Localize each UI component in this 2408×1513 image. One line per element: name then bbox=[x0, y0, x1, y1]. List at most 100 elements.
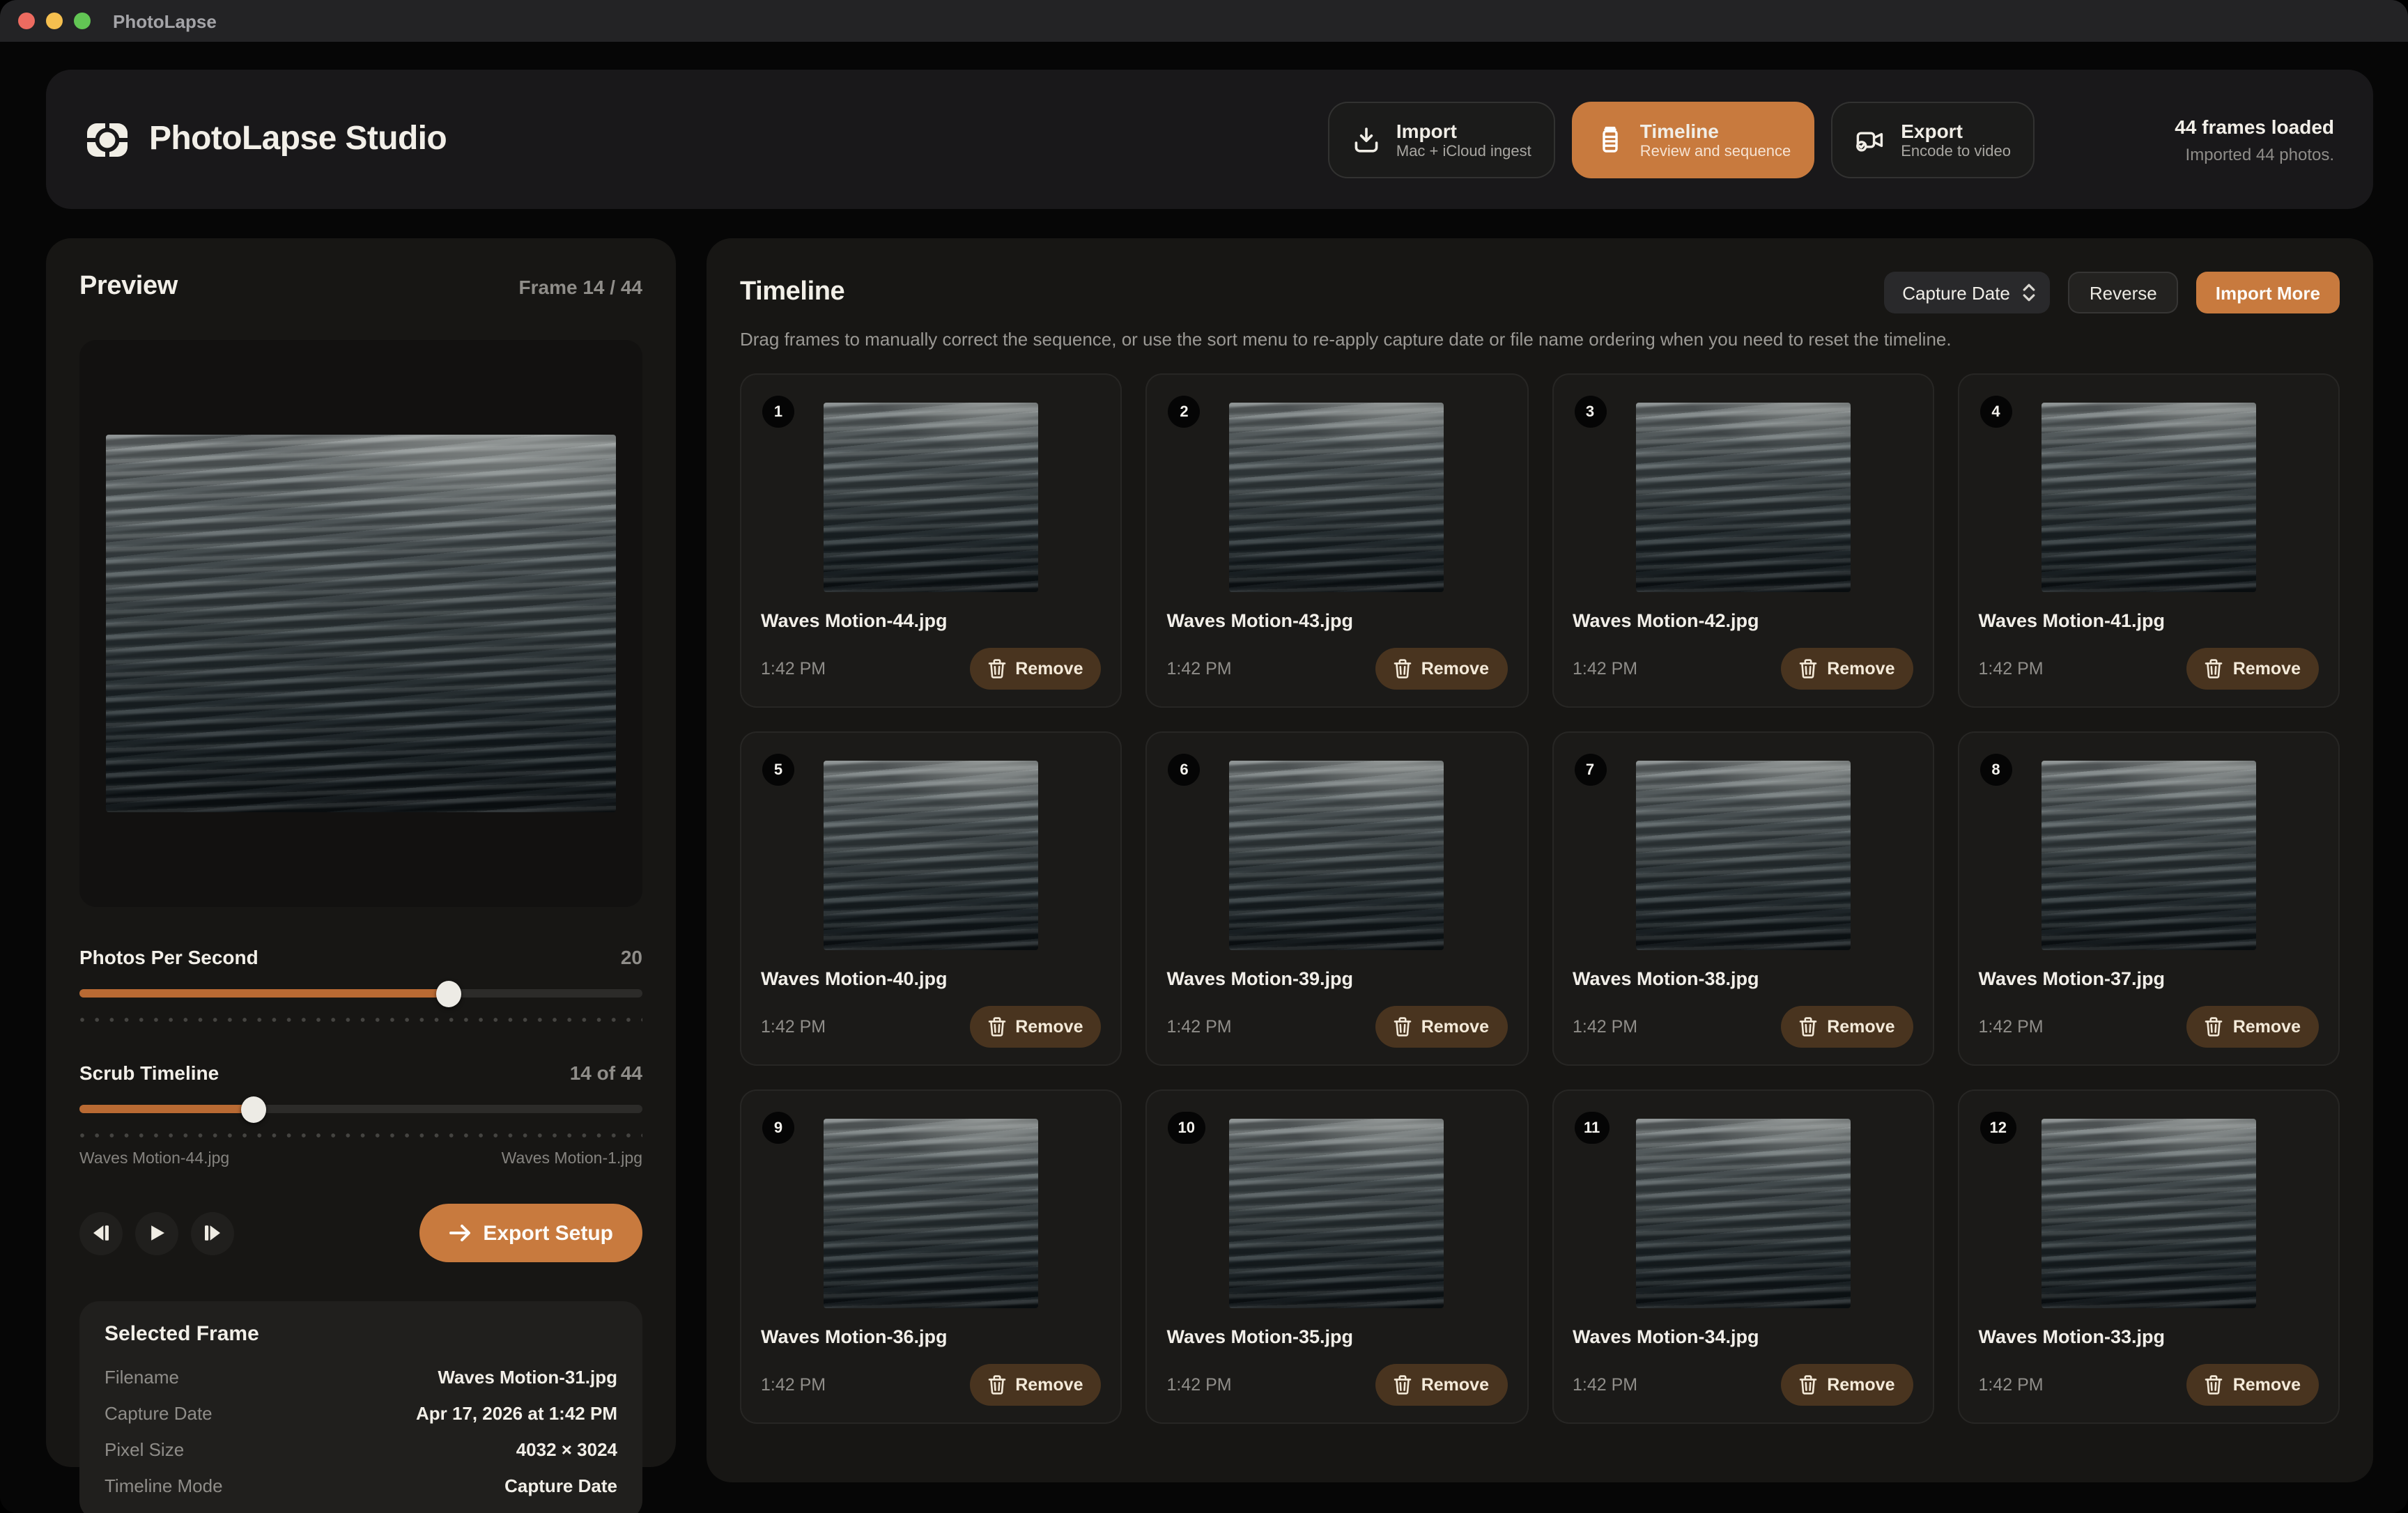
remove-button[interactable]: Remove bbox=[1781, 1364, 1913, 1406]
frame-thumbnail bbox=[1230, 403, 1444, 592]
frame-card[interactable]: 12 Waves Motion-33.jpg 1:42 PM Remove bbox=[1958, 1089, 2340, 1424]
trash-icon bbox=[1394, 659, 1412, 678]
timeline-title: Timeline bbox=[740, 277, 844, 308]
selected-frame-row: Capture Date Apr 17, 2026 at 1:42 PM bbox=[105, 1395, 617, 1431]
timeline-mode-value: Capture Date bbox=[504, 1475, 617, 1496]
frame-filename: Waves Motion-35.jpg bbox=[1167, 1326, 1508, 1347]
frame-card[interactable]: 8 Waves Motion-37.jpg 1:42 PM Remove bbox=[1958, 731, 2340, 1066]
remove-button[interactable]: Remove bbox=[2187, 648, 2319, 690]
filename-value: Waves Motion-31.jpg bbox=[438, 1366, 617, 1387]
remove-button[interactable]: Remove bbox=[1375, 648, 1507, 690]
frame-time: 1:42 PM bbox=[1573, 659, 1637, 678]
frame-counter: Frame 14 / 44 bbox=[519, 276, 642, 298]
pps-slider[interactable] bbox=[79, 981, 642, 1007]
frame-card[interactable]: 4 Waves Motion-41.jpg 1:42 PM Remove bbox=[1958, 373, 2340, 708]
scrub-slider[interactable] bbox=[79, 1096, 642, 1123]
timeline-panel: Timeline Capture Date Reverse bbox=[707, 238, 2373, 1482]
imported-photos-label: Imported 44 photos. bbox=[2160, 144, 2334, 164]
reverse-label: Reverse bbox=[2090, 282, 2157, 303]
zoom-button[interactable] bbox=[74, 13, 91, 29]
scrub-end-filename: Waves Motion-1.jpg bbox=[502, 1151, 642, 1167]
selected-frame-row: Timeline Mode Capture Date bbox=[105, 1467, 617, 1503]
frame-filename: Waves Motion-40.jpg bbox=[761, 968, 1102, 989]
frame-thumbnail bbox=[1635, 403, 1850, 592]
remove-button[interactable]: Remove bbox=[1781, 1006, 1913, 1048]
remove-button[interactable]: Remove bbox=[2187, 1364, 2319, 1406]
remove-label: Remove bbox=[1421, 1375, 1489, 1395]
remove-label: Remove bbox=[2233, 1375, 2301, 1395]
remove-button[interactable]: Remove bbox=[2187, 1006, 2319, 1048]
frame-card[interactable]: 6 Waves Motion-39.jpg 1:42 PM Remove bbox=[1146, 731, 1529, 1066]
frame-order-badge: 3 bbox=[1574, 396, 1606, 428]
frame-time: 1:42 PM bbox=[1573, 1017, 1637, 1037]
scrub-label: Scrub Timeline bbox=[79, 1062, 219, 1084]
frame-time: 1:42 PM bbox=[761, 1375, 826, 1395]
frame-card[interactable]: 9 Waves Motion-36.jpg 1:42 PM Remove bbox=[740, 1089, 1122, 1424]
nav-import-button[interactable]: Import Mac + iCloud ingest bbox=[1328, 101, 1555, 178]
export-setup-button[interactable]: Export Setup bbox=[419, 1204, 642, 1262]
frame-time: 1:42 PM bbox=[1979, 1017, 2044, 1037]
timeline-grid: 1 Waves Motion-44.jpg 1:42 PM Remove 2 W… bbox=[740, 373, 2340, 1424]
remove-button[interactable]: Remove bbox=[969, 648, 1101, 690]
minimize-button[interactable] bbox=[46, 13, 63, 29]
scrub-slider-fill bbox=[79, 1105, 254, 1113]
remove-label: Remove bbox=[2233, 1017, 2301, 1037]
video-camera-icon bbox=[1855, 125, 1885, 154]
frame-order-badge: 5 bbox=[762, 754, 794, 786]
nav-export-button[interactable]: Export Encode to video bbox=[1831, 101, 2035, 178]
frame-filename: Waves Motion-33.jpg bbox=[1979, 1326, 2320, 1347]
frame-thumbnail bbox=[824, 403, 1038, 592]
nav-timeline-title: Timeline bbox=[1640, 118, 1791, 143]
frame-card[interactable]: 10 Waves Motion-35.jpg 1:42 PM Remove bbox=[1146, 1089, 1529, 1424]
remove-label: Remove bbox=[1827, 1017, 1894, 1037]
play-icon bbox=[148, 1225, 165, 1241]
step-forward-button[interactable] bbox=[191, 1211, 234, 1255]
import-more-label: Import More bbox=[2216, 282, 2320, 303]
remove-label: Remove bbox=[1827, 1375, 1894, 1395]
frame-time: 1:42 PM bbox=[1167, 659, 1232, 678]
remove-button[interactable]: Remove bbox=[1375, 1006, 1507, 1048]
remove-button[interactable]: Remove bbox=[969, 1364, 1101, 1406]
import-more-button[interactable]: Import More bbox=[2196, 272, 2340, 313]
step-back-button[interactable] bbox=[79, 1211, 123, 1255]
frame-filename: Waves Motion-36.jpg bbox=[761, 1326, 1102, 1347]
frame-card[interactable]: 2 Waves Motion-43.jpg 1:42 PM Remove bbox=[1146, 373, 1529, 708]
frame-card[interactable]: 5 Waves Motion-40.jpg 1:42 PM Remove bbox=[740, 731, 1122, 1066]
remove-button[interactable]: Remove bbox=[1375, 1364, 1507, 1406]
scrub-slider-ticks bbox=[79, 1133, 642, 1138]
trash-icon bbox=[1799, 659, 1817, 678]
frame-order-badge: 2 bbox=[1168, 396, 1201, 428]
frames-loaded-label: 44 frames loaded bbox=[2160, 115, 2334, 137]
frame-filename: Waves Motion-39.jpg bbox=[1167, 968, 1508, 989]
preview-image bbox=[106, 435, 616, 812]
frame-card[interactable]: 1 Waves Motion-44.jpg 1:42 PM Remove bbox=[740, 373, 1122, 708]
viewfinder-icon bbox=[85, 121, 130, 158]
scrub-slider-thumb[interactable] bbox=[241, 1096, 266, 1123]
preview-title: Preview bbox=[79, 272, 178, 302]
sort-select-value: Capture Date bbox=[1902, 282, 2010, 303]
reverse-button[interactable]: Reverse bbox=[2069, 272, 2178, 313]
trash-icon bbox=[2205, 1017, 2223, 1037]
pixel-size-value: 4032 × 3024 bbox=[516, 1438, 617, 1459]
main-nav: Import Mac + iCloud ingest Timeline bbox=[1328, 101, 2035, 178]
trash-icon bbox=[1394, 1375, 1412, 1395]
nav-timeline-button[interactable]: Timeline Review and sequence bbox=[1572, 101, 1815, 178]
frame-order-badge: 6 bbox=[1168, 754, 1201, 786]
frame-order-badge: 4 bbox=[1980, 396, 2012, 428]
frame-filename: Waves Motion-44.jpg bbox=[761, 610, 1102, 631]
frame-card[interactable]: 11 Waves Motion-34.jpg 1:42 PM Remove bbox=[1552, 1089, 1934, 1424]
frame-thumbnail bbox=[1230, 761, 1444, 950]
frame-card[interactable]: 3 Waves Motion-42.jpg 1:42 PM Remove bbox=[1552, 373, 1934, 708]
close-button[interactable] bbox=[18, 13, 35, 29]
timeline-description: Drag frames to manually correct the sequ… bbox=[740, 329, 2340, 350]
frame-thumbnail bbox=[824, 761, 1038, 950]
play-button[interactable] bbox=[135, 1211, 178, 1255]
remove-button[interactable]: Remove bbox=[969, 1006, 1101, 1048]
pps-slider-thumb[interactable] bbox=[435, 981, 461, 1007]
frame-thumbnail bbox=[2042, 761, 2256, 950]
remove-button[interactable]: Remove bbox=[1781, 648, 1913, 690]
trash-icon bbox=[987, 1017, 1005, 1037]
nav-export-subtitle: Encode to video bbox=[1901, 143, 2011, 161]
sort-select[interactable]: Capture Date bbox=[1884, 272, 2051, 313]
frame-card[interactable]: 7 Waves Motion-38.jpg 1:42 PM Remove bbox=[1552, 731, 1934, 1066]
